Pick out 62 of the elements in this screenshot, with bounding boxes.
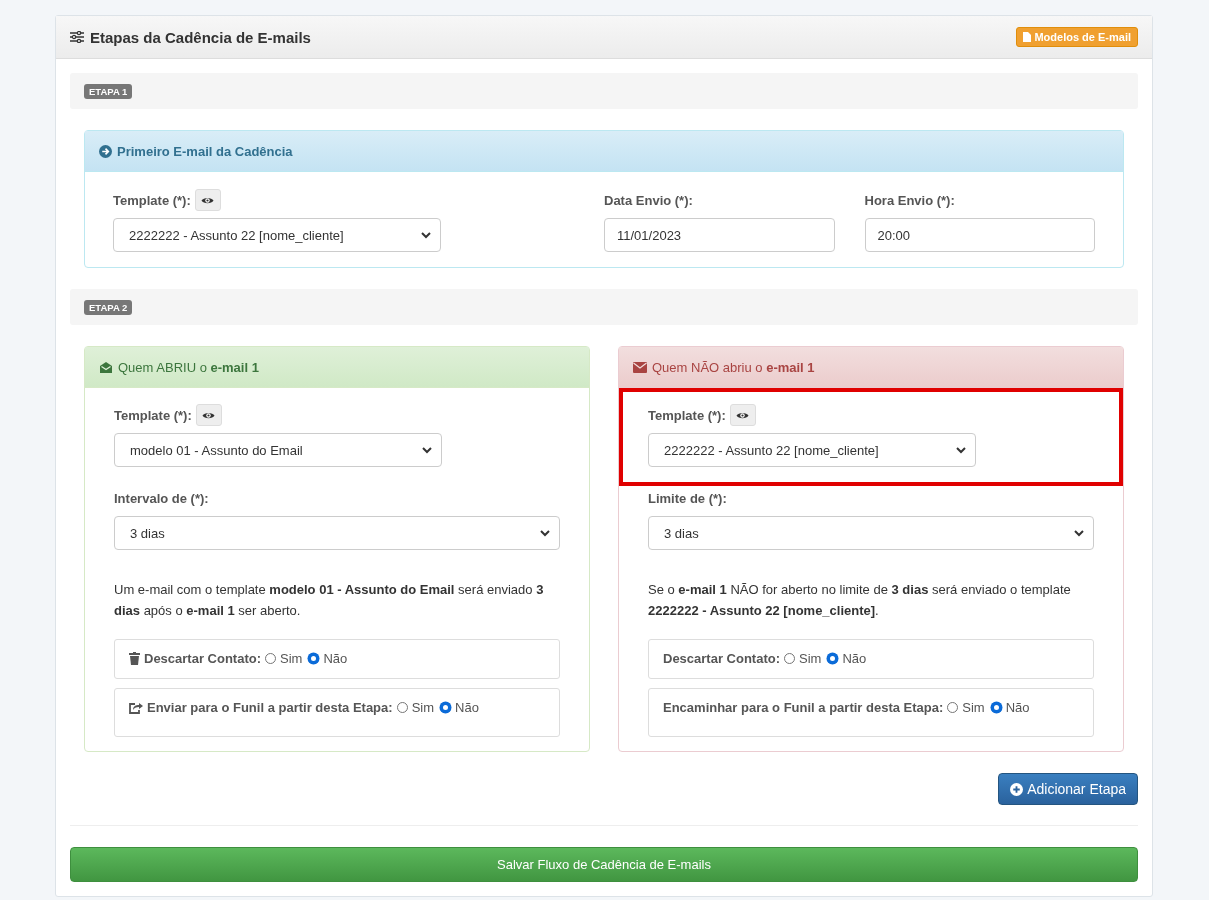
- chevron-down-icon: [421, 231, 431, 239]
- radio-button[interactable]: [440, 702, 451, 713]
- field-label: Limite de (*):: [648, 490, 727, 506]
- option-label: Enviar para o Funil a partir desta Etapa:: [147, 700, 393, 715]
- add-step-button[interactable]: Adicionar Etapa: [998, 773, 1138, 805]
- open-envelope-icon: [99, 360, 113, 374]
- preview-button[interactable]: [729, 404, 756, 426]
- card-title: Primeiro E-mail da Cadência: [117, 143, 293, 159]
- interval-select[interactable]: 3 dias: [114, 516, 560, 550]
- chevron-down-icon: [540, 529, 550, 537]
- field-label: Hora Envio (*):: [864, 192, 955, 208]
- radio-button[interactable]: [784, 653, 796, 664]
- preview-button[interactable]: [194, 189, 221, 211]
- field-label: Intervalo de (*):: [114, 490, 209, 506]
- option-label: Descartar Contato:: [144, 651, 262, 666]
- document-icon: [1023, 32, 1032, 42]
- interval-select[interactable]: 3 dias: [648, 516, 1094, 550]
- radio-button[interactable]: [827, 653, 839, 664]
- field-label: Template (*):: [648, 407, 726, 423]
- step-badge: ETAPA 1: [84, 83, 133, 99]
- share-icon: [129, 701, 143, 714]
- sliders-icon: [70, 31, 84, 43]
- field-label: Template (*):: [113, 192, 191, 208]
- card-title: Quem NÃO abriu o e-mail 1: [652, 359, 815, 375]
- eye-icon: [736, 410, 750, 420]
- arrow-circle-right-icon: [99, 144, 112, 158]
- option-label: Encaminhar para o Funil a partir desta Etapa:: [663, 700, 944, 715]
- radio-label: Não: [842, 651, 867, 666]
- eye-icon: [202, 410, 216, 420]
- chevron-down-icon: [1074, 529, 1084, 537]
- time-input[interactable]: 20:00: [864, 218, 1095, 252]
- trash-icon: [129, 652, 140, 665]
- eye-icon: [201, 195, 215, 205]
- radio-button[interactable]: [396, 702, 408, 713]
- step-badge: ETAPA 2: [84, 299, 133, 315]
- field-label: Template (*):: [114, 407, 192, 423]
- radio-button[interactable]: [308, 653, 320, 664]
- card-title: Quem ABRIU o e-mail 1: [118, 359, 259, 375]
- radio-button[interactable]: [990, 702, 1002, 713]
- summary-text: Se o e-mail 1 NÃO for aberto no limite de 3 dias será enviado o template 2222222 - Assunto 22 [nome_cliente].: [647, 581, 1072, 620]
- radio-label: Sim: [799, 651, 822, 666]
- template-select[interactable]: 2222222 - Assunto 22 [nome_cliente]: [648, 433, 976, 467]
- radio-button[interactable]: [947, 702, 959, 713]
- radio-label: Sim: [962, 700, 985, 715]
- radio-button[interactable]: [265, 653, 277, 664]
- panel-title: Etapas da Cadência de E-mails: [90, 28, 311, 46]
- radio-label: Não: [323, 651, 348, 666]
- radio-label: Sim: [411, 700, 434, 715]
- summary-text: Um e-mail com o template modelo 01 - Assunto do Email será enviado 3 dias após o e-mail 1 ser aberto.: [113, 581, 545, 620]
- option-label: Descartar Contato:: [663, 651, 781, 666]
- plus-circle-icon: [1010, 782, 1024, 796]
- radio-label: Não: [1005, 700, 1030, 715]
- preview-button[interactable]: [195, 404, 222, 426]
- template-select[interactable]: modelo 01 - Assunto do Email: [114, 433, 442, 467]
- radio-label: Sim: [280, 651, 303, 666]
- template-select[interactable]: 2222222 - Assunto 22 [nome_cliente]: [113, 218, 441, 252]
- field-label: Data Envio (*):: [604, 192, 693, 208]
- date-input[interactable]: 11/01/2023: [604, 218, 835, 252]
- chevron-down-icon: [422, 446, 432, 454]
- chevron-down-icon: [956, 446, 966, 454]
- radio-label: Não: [455, 700, 479, 715]
- envelope-icon: [633, 361, 647, 373]
